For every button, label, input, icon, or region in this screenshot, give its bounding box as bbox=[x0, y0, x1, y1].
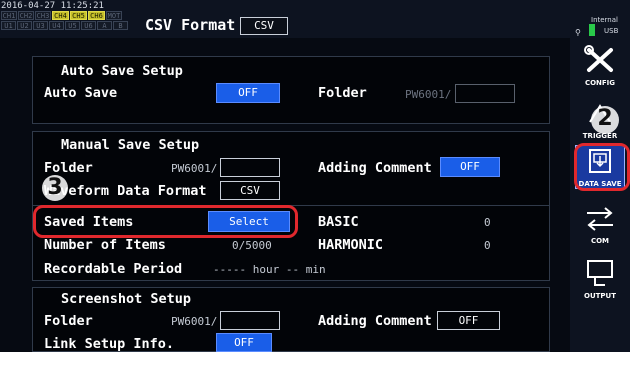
auto-save-folder-path: PW6001/ bbox=[405, 88, 452, 101]
screenshot-folder-path: PW6001/ bbox=[171, 315, 218, 328]
usb-icon: ⚲ bbox=[575, 28, 581, 37]
timestamp: 2016-04-27 11:25:21 bbox=[1, 1, 104, 11]
screenshot-folder-field[interactable] bbox=[220, 311, 280, 330]
manual-folder-path: PW6001/ bbox=[171, 162, 218, 175]
page-title: CSV Format bbox=[145, 16, 236, 34]
data-save-highlight bbox=[574, 143, 630, 191]
measure-chip-b: B bbox=[113, 21, 128, 30]
config-label: CONFIG bbox=[584, 79, 616, 87]
storage-internal-label: Internal bbox=[591, 16, 618, 24]
storage-usb-label: USB bbox=[604, 27, 619, 35]
measure-chip-u1: U1 bbox=[1, 21, 16, 30]
channel-chip-mot: MOT bbox=[106, 11, 122, 20]
storage-indicator bbox=[589, 24, 595, 36]
channel-chip-ch5: CH5 bbox=[70, 11, 87, 20]
config-button[interactable]: CONFIG bbox=[575, 45, 625, 87]
channel-chip-ch2: CH2 bbox=[18, 11, 34, 20]
channel-chip-ch1: CH1 bbox=[1, 11, 17, 20]
callout-step-3: 3 bbox=[42, 175, 68, 201]
com-icon bbox=[587, 207, 613, 231]
number-of-items-value: 0/5000 bbox=[232, 239, 272, 252]
measure-chip-a: A bbox=[97, 21, 112, 30]
channel-chip-ch4: CH4 bbox=[52, 11, 69, 20]
auto-save-folder-label: Folder bbox=[318, 85, 367, 101]
device-screen: 2016-04-27 11:25:21 CH1 CH2 CH3 CH4 CH5 CH6 MO… bbox=[0, 0, 630, 352]
basic-label: BASIC bbox=[318, 214, 359, 230]
manual-folder-label: Folder bbox=[44, 160, 93, 176]
auto-save-heading: Auto Save Setup bbox=[61, 63, 183, 79]
config-icon bbox=[584, 45, 613, 72]
output-button[interactable]: OUTPUT bbox=[575, 258, 625, 300]
manual-adding-comment-toggle[interactable]: OFF bbox=[440, 157, 500, 177]
auto-save-toggle[interactable]: OFF bbox=[216, 83, 280, 103]
format-selector[interactable]: CSV bbox=[240, 17, 288, 35]
saved-items-highlight bbox=[33, 205, 298, 238]
auto-save-folder-field[interactable] bbox=[455, 84, 515, 103]
channel-chip-ch6: CH6 bbox=[88, 11, 105, 20]
channel-indicators-top: CH1 CH2 CH3 CH4 CH5 CH6 MOT bbox=[1, 11, 122, 21]
callout-step-2: 2 bbox=[591, 106, 619, 134]
measure-chip-u3: U3 bbox=[33, 21, 48, 30]
link-setup-label: Link Setup Info. bbox=[44, 336, 175, 352]
channel-indicators-bottom: U1 U2 U3 U4 U5 U6 A B bbox=[1, 21, 131, 31]
auto-save-label: Auto Save bbox=[44, 85, 118, 101]
manual-folder-field[interactable] bbox=[220, 158, 280, 177]
link-setup-toggle[interactable]: OFF bbox=[216, 333, 272, 352]
screenshot-adding-comment-toggle[interactable]: OFF bbox=[437, 311, 500, 330]
com-button[interactable]: COM bbox=[575, 205, 625, 245]
waveform-format-label: Waveform Data Format bbox=[44, 183, 207, 199]
measure-chip-u6: U6 bbox=[81, 21, 96, 30]
screenshot-folder-label: Folder bbox=[44, 313, 93, 329]
measure-chip-u2: U2 bbox=[17, 21, 32, 30]
manual-save-heading: Manual Save Setup bbox=[61, 137, 200, 153]
com-label: COM bbox=[590, 237, 610, 245]
basic-value: 0 bbox=[484, 216, 491, 229]
output-icon bbox=[587, 260, 613, 286]
harmonic-value: 0 bbox=[484, 239, 491, 252]
channel-chip-ch3: CH3 bbox=[35, 11, 51, 20]
waveform-format-selector[interactable]: CSV bbox=[220, 181, 280, 200]
measure-chip-u4: U4 bbox=[49, 21, 64, 30]
output-label: OUTPUT bbox=[584, 292, 616, 300]
harmonic-label: HARMONIC bbox=[318, 237, 384, 253]
screenshot-heading: Screenshot Setup bbox=[61, 291, 192, 307]
number-of-items-label: Number of Items bbox=[44, 237, 166, 253]
recordable-period-value: ----- hour -- min bbox=[213, 263, 326, 276]
measure-chip-u5: U5 bbox=[65, 21, 80, 30]
recordable-period-label: Recordable Period bbox=[44, 261, 183, 277]
manual-adding-comment-label: Adding Comment bbox=[318, 160, 432, 176]
screenshot-adding-comment-label: Adding Comment bbox=[318, 313, 432, 329]
